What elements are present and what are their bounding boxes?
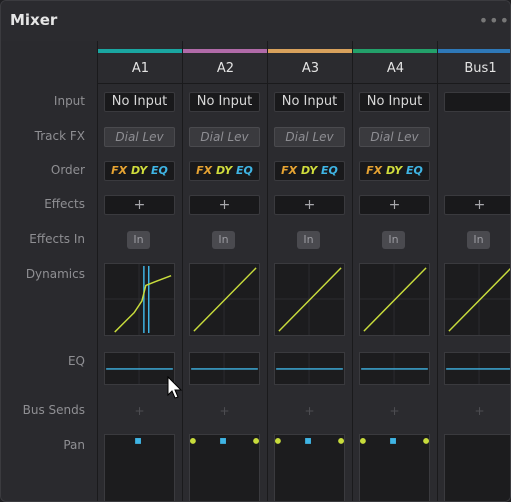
- order-fx: FX: [196, 164, 213, 177]
- mouse-pointer-icon: [167, 376, 183, 399]
- order-button[interactable]: FX DY EQ: [104, 161, 175, 181]
- channel-name[interactable]: A2: [183, 55, 268, 84]
- more-dots-icon[interactable]: •••: [479, 11, 510, 30]
- add-effect-button[interactable]: +: [359, 195, 430, 215]
- pan-stereo-dot[interactable]: [338, 438, 344, 444]
- bus-send-button[interactable]: +: [359, 402, 430, 420]
- row-label-effects: Effects: [44, 197, 85, 211]
- pan-center-marker[interactable]: [220, 438, 226, 444]
- row-label-input: Input: [53, 94, 85, 108]
- row-label-pan: Pan: [63, 438, 85, 452]
- channel-strips: A1 No Input Dial Lev FX DY EQ + In + A2 No Input…: [97, 41, 511, 502]
- channel-strip-bus1: Bus1 + In +: [437, 41, 511, 502]
- channel-color-bar: [268, 49, 353, 53]
- pan-center-marker[interactable]: [135, 438, 141, 444]
- mixer-panel: Mixer ••• Input Track FX Order Effects E…: [0, 0, 511, 502]
- dynamics-graph[interactable]: [274, 263, 345, 336]
- pan-stereo-dot[interactable]: [275, 438, 281, 444]
- track-fx-slot[interactable]: Dial Lev: [104, 127, 175, 147]
- input-selector[interactable]: No Input: [189, 92, 260, 112]
- pan-stereo-dot[interactable]: [360, 438, 366, 444]
- bus-send-button[interactable]: +: [104, 402, 175, 420]
- row-label-bus-sends: Bus Sends: [22, 403, 85, 417]
- pan-stereo-dot[interactable]: [253, 438, 259, 444]
- channel-strip-a3: A3 No Input Dial Lev FX DY EQ + In +: [267, 41, 353, 502]
- channel-name[interactable]: A4: [353, 55, 438, 84]
- input-selector[interactable]: No Input: [104, 92, 175, 112]
- bus-send-button[interactable]: +: [444, 402, 510, 420]
- bus-send-button[interactable]: +: [189, 402, 260, 420]
- eq-graph[interactable]: [189, 352, 260, 385]
- order-eq: EQ: [402, 164, 423, 177]
- effects-in-button[interactable]: In: [297, 231, 320, 249]
- order-eq: EQ: [147, 164, 168, 177]
- row-label-eq: EQ: [67, 354, 85, 368]
- pan-control[interactable]: [189, 434, 260, 502]
- order-eq: EQ: [232, 164, 253, 177]
- pan-stereo-dot[interactable]: [190, 438, 196, 444]
- input-selector[interactable]: No Input: [359, 92, 430, 112]
- dynamics-graph[interactable]: [104, 263, 175, 336]
- track-fx-slot[interactable]: Dial Lev: [359, 127, 430, 147]
- input-selector[interactable]: No Input: [274, 92, 345, 112]
- channel-name[interactable]: A1: [98, 55, 183, 84]
- panel-title: Mixer: [10, 11, 58, 29]
- order-button[interactable]: FX DY EQ: [189, 161, 260, 181]
- channel-strip-a1: A1 No Input Dial Lev FX DY EQ + In +: [97, 41, 183, 502]
- order-fx: FX: [281, 164, 298, 177]
- pan-control[interactable]: [359, 434, 430, 502]
- row-label-dynamics: Dynamics: [25, 267, 85, 281]
- order-dy: DY: [382, 164, 403, 177]
- input-selector[interactable]: [444, 92, 510, 112]
- dynamics-graph[interactable]: [189, 263, 260, 336]
- order-dy: DY: [212, 164, 233, 177]
- track-fx-slot[interactable]: Dial Lev: [189, 127, 260, 147]
- bus-send-button[interactable]: +: [274, 402, 345, 420]
- channel-strip-a2: A2 No Input Dial Lev FX DY EQ + In +: [182, 41, 268, 502]
- pan-center-marker[interactable]: [390, 438, 396, 444]
- row-labels: Input Track FX Order Effects Effects In …: [1, 41, 98, 501]
- add-effect-button[interactable]: +: [189, 195, 260, 215]
- order-dy: DY: [297, 164, 318, 177]
- channel-color-bar: [353, 49, 438, 53]
- effects-in-button[interactable]: In: [212, 231, 235, 249]
- channel-name[interactable]: A3: [268, 55, 353, 84]
- add-effect-button[interactable]: +: [274, 195, 345, 215]
- row-label-order: Order: [50, 163, 85, 177]
- channel-strip-a4: A4 No Input Dial Lev FX DY EQ + In +: [352, 41, 438, 502]
- dynamics-graph[interactable]: [359, 263, 430, 336]
- eq-graph[interactable]: [104, 352, 175, 385]
- effects-in-button[interactable]: In: [467, 231, 490, 249]
- row-label-track-fx: Track FX: [34, 129, 85, 143]
- channel-color-bar: [438, 49, 510, 53]
- eq-graph[interactable]: [444, 352, 511, 385]
- pan-control[interactable]: [104, 434, 175, 502]
- eq-graph[interactable]: [274, 352, 345, 385]
- dynamics-graph[interactable]: [444, 263, 511, 336]
- pan-control[interactable]: [444, 434, 511, 502]
- add-effect-button[interactable]: +: [104, 195, 175, 215]
- add-effect-button[interactable]: +: [444, 195, 510, 215]
- effects-in-button[interactable]: In: [382, 231, 405, 249]
- row-label-effects-in: Effects In: [29, 232, 85, 246]
- track-fx-slot[interactable]: Dial Lev: [274, 127, 345, 147]
- order-fx: FX: [366, 164, 383, 177]
- order-fx: FX: [111, 164, 128, 177]
- order-dy: DY: [127, 164, 148, 177]
- order-eq: EQ: [317, 164, 338, 177]
- pan-center-marker[interactable]: [305, 438, 311, 444]
- order-button[interactable]: FX DY EQ: [359, 161, 430, 181]
- eq-graph[interactable]: [359, 352, 430, 385]
- channel-name[interactable]: Bus1: [438, 55, 510, 84]
- pan-control[interactable]: [274, 434, 345, 502]
- channel-color-bar: [183, 49, 268, 53]
- pan-stereo-dot[interactable]: [423, 438, 429, 444]
- order-button[interactable]: FX DY EQ: [274, 161, 345, 181]
- channel-color-bar: [98, 49, 183, 53]
- effects-in-button[interactable]: In: [127, 231, 150, 249]
- mixer-header: Mixer •••: [1, 1, 510, 42]
- dynamics-curve: [114, 275, 172, 333]
